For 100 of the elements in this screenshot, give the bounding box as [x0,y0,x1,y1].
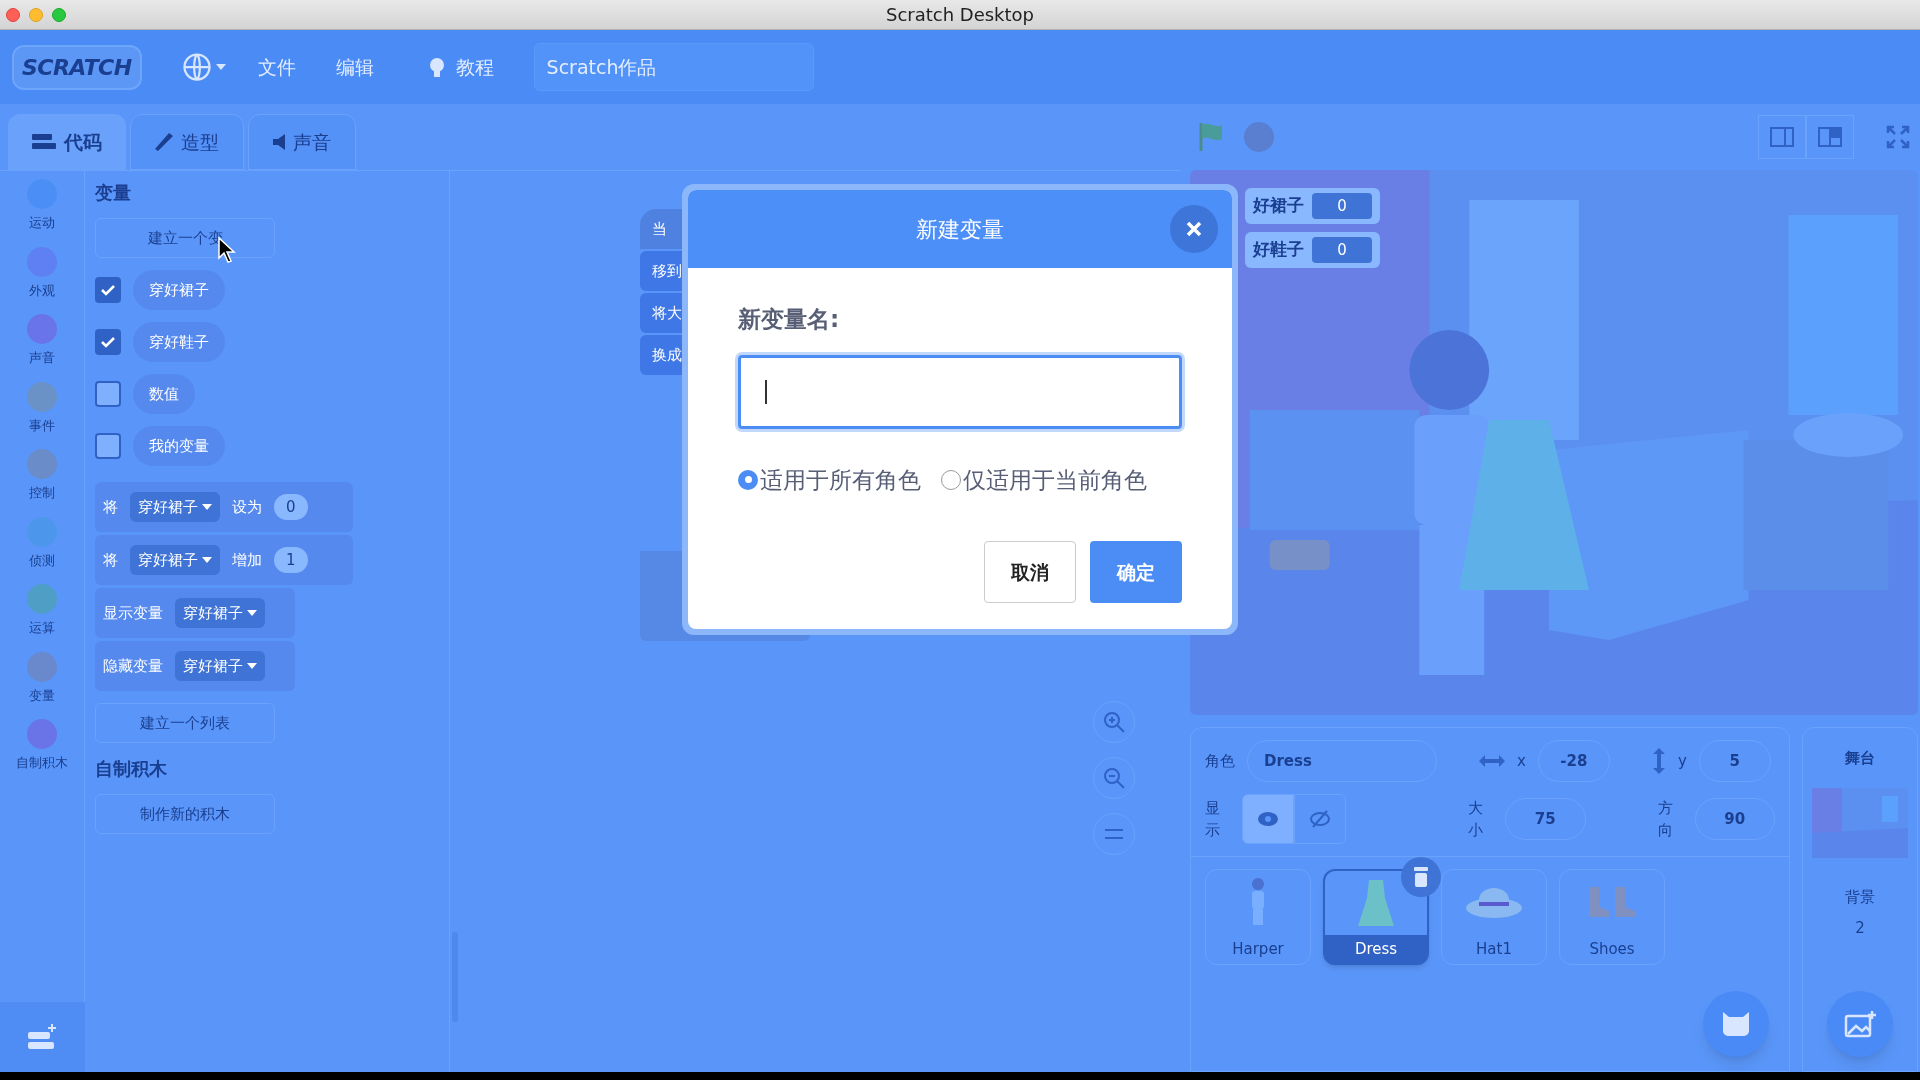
sprite-tile[interactable]: Dress [1323,869,1429,965]
sprite-tile[interactable]: Hat1 [1441,869,1547,965]
variable-reporter[interactable]: 穿好鞋子 [133,322,225,362]
variable-reporter[interactable]: 穿好裙子 [133,270,225,310]
block-text: 设为 [232,496,262,518]
variable-checkbox[interactable] [95,329,121,355]
monitor-value: 0 [1312,193,1372,219]
category-label[interactable]: 运动 [29,213,55,233]
code-block[interactable]: 将 穿好裙子 设为 0 [95,482,353,532]
fullscreen-icon[interactable] [1886,125,1910,149]
field-label: x [1517,750,1526,772]
sprite-tile[interactable]: Harper [1205,869,1311,965]
editor-tab[interactable]: 造型 [130,114,244,170]
palette-heading: 自制积木 [95,757,168,781]
menu-item[interactable]: 文件 [249,52,304,82]
palette-heading: 变量 [95,181,132,205]
variable-checkbox[interactable] [95,277,121,303]
add-backdrop-button[interactable] [1827,991,1893,1057]
logo[interactable]: SCRATCH [12,44,142,90]
window-title: Scratch Desktop [885,3,1035,27]
monitor-value: 0 [1312,237,1372,263]
category-label[interactable]: 侦测 [29,550,55,570]
check-icon [100,336,116,348]
variable-reporter[interactable]: 我的变量 [133,426,225,466]
variable-checkbox[interactable] [95,433,121,459]
close-window-button[interactable] [6,7,20,22]
dress-icon [1356,878,1396,928]
radio-button[interactable] [738,469,758,490]
code-icon [32,134,56,150]
value-input[interactable]: 1 [274,546,308,574]
category-label[interactable]: 自制积木 [16,753,68,773]
category-label[interactable]: 运算 [29,618,55,638]
code-block[interactable]: 将 穿好裙子 增加 1 [95,535,353,585]
menu-item[interactable]: 编辑 [327,52,382,82]
close-button[interactable] [1170,205,1218,253]
caret-icon [215,64,226,70]
layout-icon [1818,127,1842,147]
language-menu[interactable] [181,52,226,82]
sprite-name: Harper [1231,938,1285,960]
boots-icon [1587,885,1637,919]
editor-tab[interactable]: 代码 [8,114,126,170]
extension-button[interactable] [0,1002,85,1072]
zoom-window-button[interactable] [52,7,66,22]
globe-icon [181,52,212,82]
variable-dropdown[interactable]: 穿好裙子 [175,650,265,682]
small-stage-button[interactable] [1758,115,1806,159]
large-stage-button[interactable] [1806,115,1854,159]
confirm-button[interactable]: 确定 [1090,541,1182,603]
brush-icon [155,133,173,151]
variable-dropdown[interactable]: 穿好裙子 [130,491,220,523]
text-cursor [765,379,767,404]
block-text: 增加 [232,549,262,571]
make-list-button[interactable]: 建立一个列表 [95,703,275,743]
variable-dropdown[interactable]: 穿好裙子 [175,597,265,629]
horizontal-arrow-icon [1479,754,1505,768]
speaker-icon [273,134,285,150]
show-button[interactable] [1242,794,1295,844]
caret-icon [202,504,212,510]
stop-icon[interactable] [1244,122,1274,152]
monitor-label: 好裙子 [1253,194,1304,218]
hide-button[interactable] [1294,794,1347,844]
project-title-field[interactable]: Scratch作品 [533,43,814,91]
check-icon [100,284,116,296]
eye-icon [1257,811,1280,827]
sprite-tile[interactable]: Shoes [1559,869,1665,965]
scope-radio[interactable]: 仅适用于当前角色 [941,462,1147,497]
variable-dropdown[interactable]: 穿好裙子 [130,544,220,576]
code-block[interactable]: 隐藏变量 穿好裙子 [95,641,295,691]
field-label: 显示 [1205,797,1221,841]
stage-title: 舞台 [1845,747,1875,769]
category-label[interactable]: 事件 [29,415,55,435]
variable-checkbox[interactable] [95,381,121,407]
sprite-name: Shoes [1588,938,1636,960]
variable-reporter[interactable]: 数值 [133,374,195,414]
sprite-name: Hat1 [1475,938,1513,960]
add-sprite-button[interactable] [1703,991,1769,1057]
variable-name-input[interactable] [738,354,1182,429]
category-label[interactable]: 控制 [29,483,55,503]
layout-icon [1770,127,1794,147]
category-label[interactable]: 变量 [29,685,55,705]
delete-button[interactable] [1401,857,1441,897]
cancel-button[interactable]: 取消 [984,541,1076,603]
category-label[interactable]: 外观 [29,280,55,300]
field-label: y [1677,750,1687,772]
minimize-window-button[interactable] [29,7,43,22]
close-icon [1186,221,1202,237]
value-input[interactable]: 0 [274,493,308,521]
monitor-label: 好鞋子 [1253,238,1304,262]
block-text: 将 [103,496,118,518]
editor-tab[interactable]: 声音 [248,114,356,170]
make-block-button[interactable]: 制作新的积木 [95,794,275,834]
tutorials-menu[interactable]: 教程 [455,52,494,82]
backdrop-thumbnail[interactable] [1812,788,1908,858]
zoom-out-icon [1103,767,1125,789]
image-icon [1844,1010,1876,1038]
scope-radio[interactable]: 适用于所有角色 [738,462,921,497]
hidden-eye-icon [1309,810,1332,828]
code-block[interactable]: 显示变量 穿好裙子 [95,588,295,638]
category-label[interactable]: 声音 [29,348,55,368]
backdrops-label: 背景 [1845,887,1875,908]
